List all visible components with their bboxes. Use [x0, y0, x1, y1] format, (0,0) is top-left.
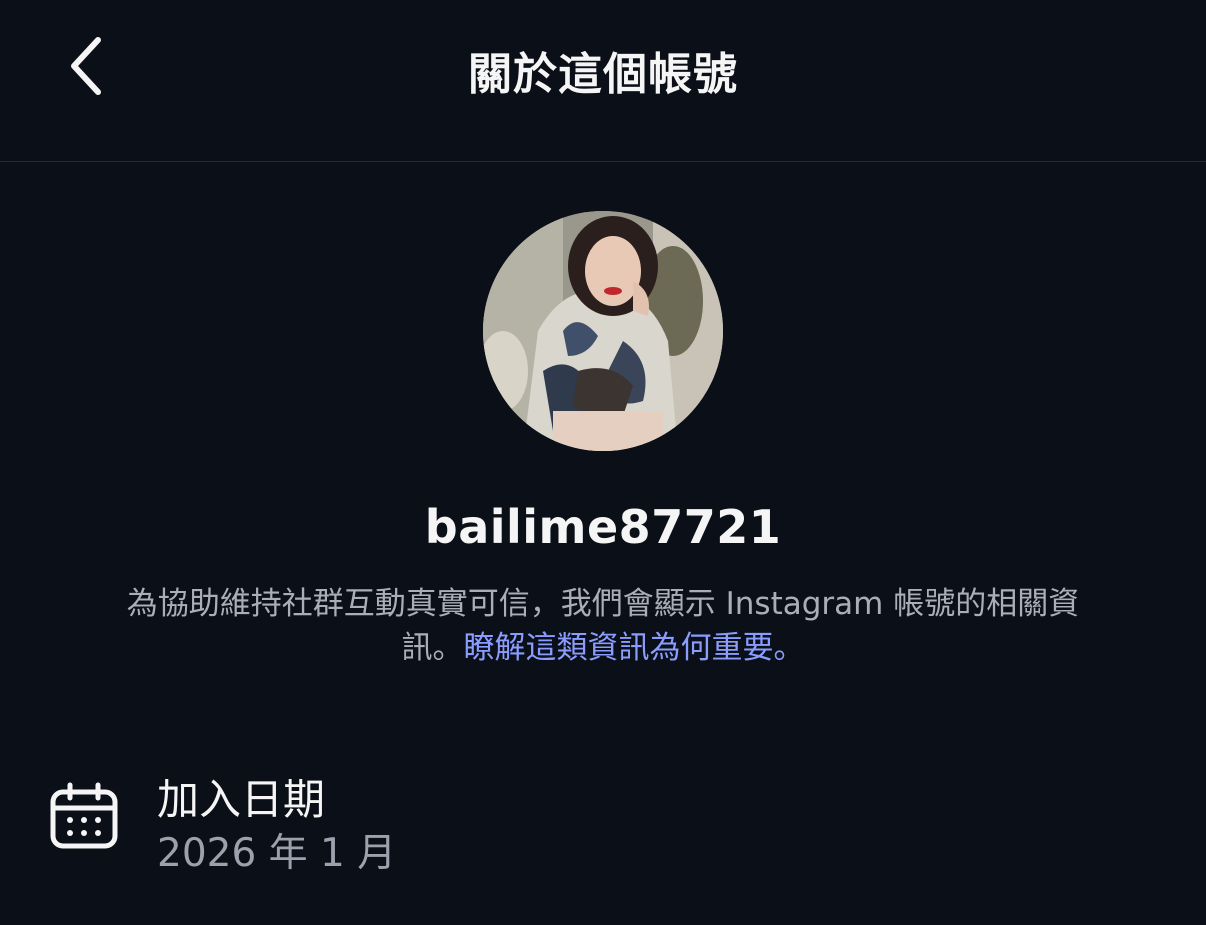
- avatar: [483, 211, 723, 451]
- join-date-label: 加入日期: [157, 775, 326, 824]
- join-date-row: 加入日期 2026 年 1 月: [0, 760, 1206, 880]
- learn-more-link[interactable]: 瞭解這類資訊為何重要。: [464, 630, 805, 666]
- account-info-description: 為協助維持社群互動真實可信，我們會顯示 Instagram 帳號的相關資訊。瞭解…: [100, 582, 1106, 670]
- page-title: 關於這個帳號: [468, 49, 738, 100]
- join-date-value: 2026 年 1 月: [157, 831, 397, 876]
- header: 關於這個帳號: [0, 0, 1206, 162]
- username: bailime87721: [424, 500, 782, 554]
- calendar-icon: [50, 782, 118, 849]
